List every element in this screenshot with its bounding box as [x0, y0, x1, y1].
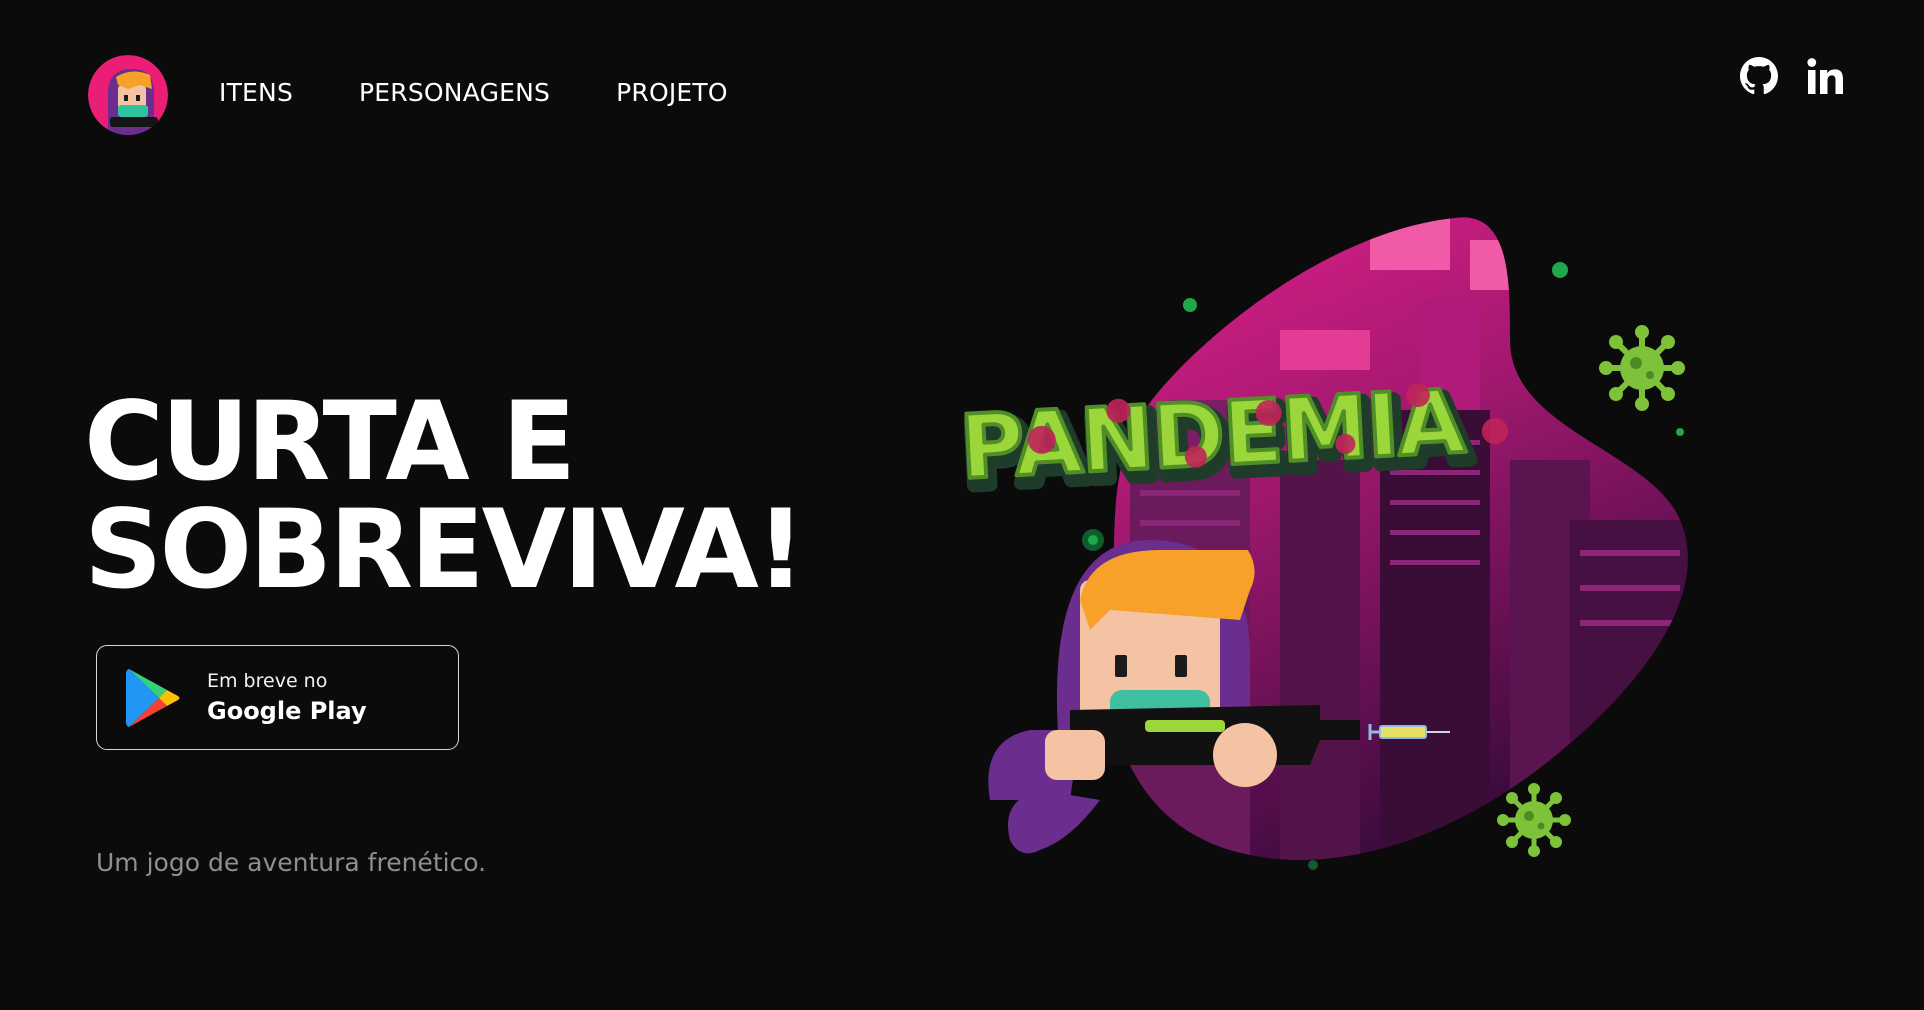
google-play-button[interactable]: Em breve no Google Play — [96, 645, 459, 750]
store-small-label: Em breve no — [207, 669, 328, 692]
main-nav: ITENS PERSONAGENS PROJETO — [219, 76, 794, 110]
github-icon[interactable] — [1740, 57, 1778, 95]
social-links — [1740, 56, 1846, 96]
hero-tagline: Um jogo de aventura frenético. — [96, 848, 487, 877]
google-play-text: Em breve no Google Play — [207, 668, 367, 728]
game-artwork: PANDEMIA PANDEMIA — [950, 200, 1800, 900]
nav-item-personagens[interactable]: PERSONAGENS — [359, 76, 550, 110]
store-big-label: Google Play — [207, 696, 367, 725]
linkedin-icon[interactable] — [1806, 56, 1846, 96]
google-play-icon — [126, 668, 180, 727]
landing-page: ITENS PERSONAGENS PROJETO CURTA E SOBREV… — [0, 0, 1924, 1010]
nav-item-itens[interactable]: ITENS — [219, 76, 293, 110]
headline-line-2: SOBREVIVA! — [84, 486, 806, 613]
hero-headline: CURTA E SOBREVIVA! — [84, 378, 806, 613]
city-blob — [1108, 217, 1688, 860]
virus-icon — [1599, 325, 1685, 411]
logo-avatar-icon[interactable] — [88, 55, 168, 135]
nav-item-projeto[interactable]: PROJETO — [616, 76, 728, 110]
virus-icon — [1497, 783, 1571, 857]
headline-line-1: CURTA E — [84, 378, 576, 505]
